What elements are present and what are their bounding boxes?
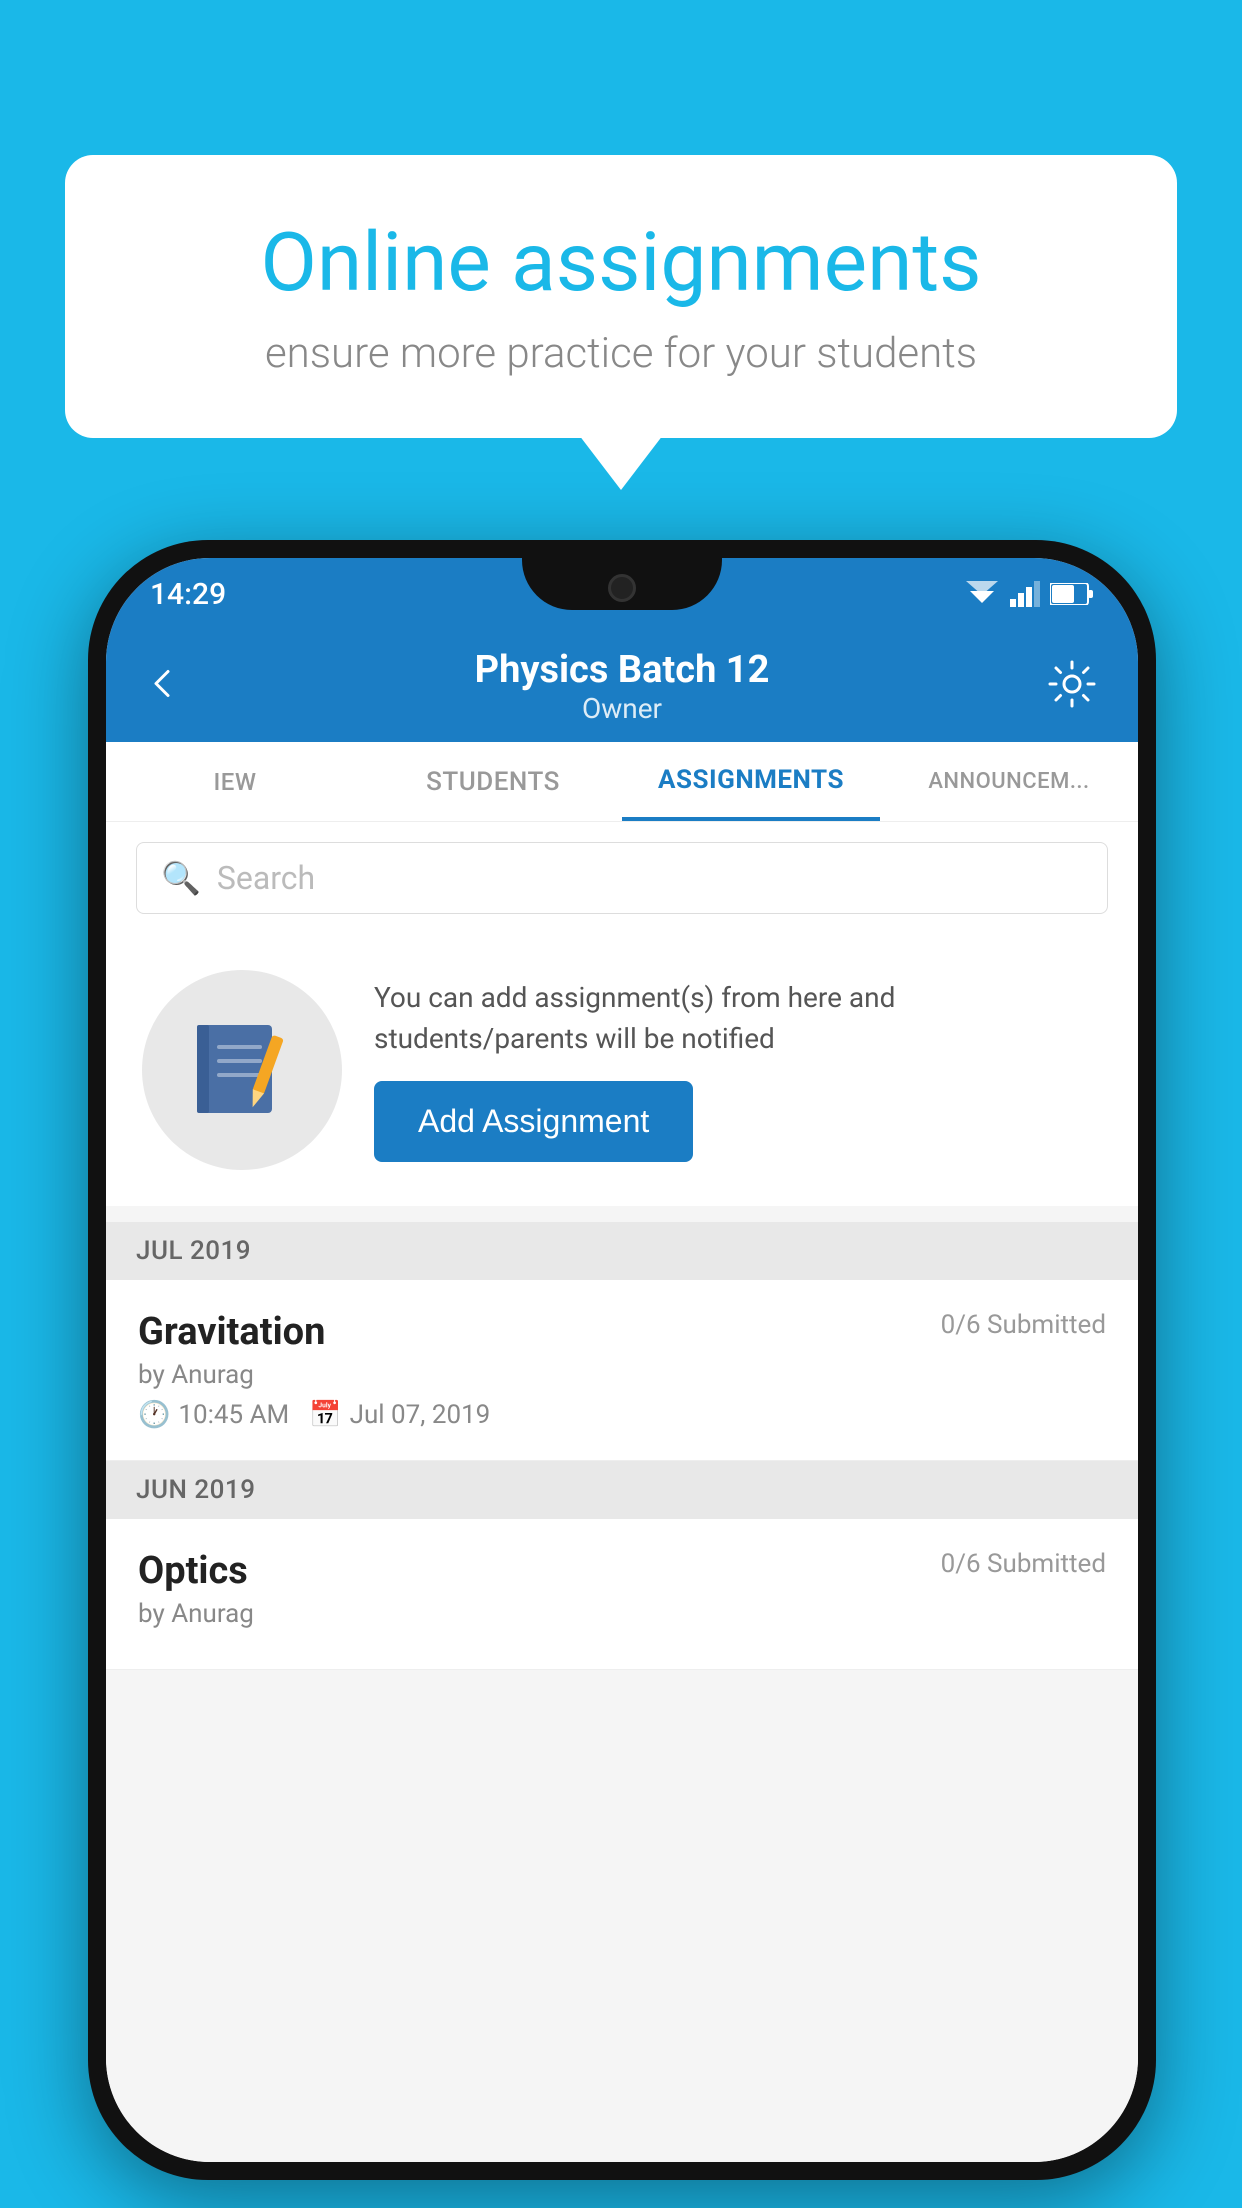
assignment-name: Gravitation: [138, 1310, 325, 1354]
section-header-jun: JUN 2019: [106, 1461, 1138, 1519]
assignment-time: 10:45 AM: [178, 1400, 289, 1430]
signal-icon: [1010, 581, 1040, 607]
search-input[interactable]: 🔍 Search: [136, 842, 1108, 914]
settings-button[interactable]: [1046, 658, 1098, 714]
phone-notch: [522, 558, 722, 610]
tab-iew[interactable]: IEW: [106, 742, 364, 821]
assignment-by: by Anurag: [138, 1360, 1106, 1390]
header-center: Physics Batch 12 Owner: [475, 648, 770, 725]
assignment-submitted-optics: 0/6 Submitted: [941, 1549, 1106, 1579]
tab-students[interactable]: STUDENTS: [364, 742, 622, 821]
promo-card: You can add assignment(s) from here and …: [106, 934, 1138, 1206]
speech-bubble-subtitle: ensure more practice for your students: [145, 329, 1097, 378]
calendar-icon: 📅: [309, 1400, 341, 1430]
assignment-item-gravitation[interactable]: Gravitation 0/6 Submitted by Anurag 🕐 10…: [106, 1280, 1138, 1461]
tabs-bar: IEW STUDENTS ASSIGNMENTS ANNOUNCEM...: [106, 742, 1138, 822]
phone-screen: 14:29: [106, 558, 1138, 2162]
assignment-meta: 🕐 10:45 AM 📅 Jul 07, 2019: [138, 1400, 1106, 1430]
search-placeholder: Search: [217, 859, 315, 897]
status-time: 14:29: [150, 577, 226, 612]
battery-icon: [1050, 583, 1094, 605]
promo-description: You can add assignment(s) from here and …: [374, 978, 1102, 1059]
assignment-row-optics: Optics 0/6 Submitted: [138, 1549, 1106, 1593]
meta-date: 📅 Jul 07, 2019: [309, 1400, 490, 1430]
promo-icon-circle: [142, 970, 342, 1170]
wifi-icon: [964, 581, 1000, 607]
app-header: Physics Batch 12 Owner: [106, 630, 1138, 742]
assignment-by-optics: by Anurag: [138, 1599, 1106, 1629]
header-title: Physics Batch 12: [475, 648, 770, 692]
phone: 14:29: [88, 540, 1156, 2180]
speech-bubble-container: Online assignments ensure more practice …: [65, 155, 1177, 438]
speech-bubble-title: Online assignments: [145, 215, 1097, 311]
search-bar-container: 🔍 Search: [106, 822, 1138, 934]
assignment-date: Jul 07, 2019: [350, 1400, 491, 1430]
assignment-submitted: 0/6 Submitted: [941, 1310, 1106, 1340]
header-subtitle: Owner: [475, 692, 770, 725]
tab-announcements[interactable]: ANNOUNCEM...: [880, 742, 1138, 821]
tab-assignments[interactable]: ASSIGNMENTS: [622, 742, 880, 821]
speech-bubble: Online assignments ensure more practice …: [65, 155, 1177, 438]
meta-time: 🕐 10:45 AM: [138, 1400, 289, 1430]
promo-text: You can add assignment(s) from here and …: [374, 978, 1102, 1162]
assignment-name-optics: Optics: [138, 1549, 248, 1593]
back-button[interactable]: [146, 662, 178, 711]
assignment-item-optics[interactable]: Optics 0/6 Submitted by Anurag: [106, 1519, 1138, 1670]
camera-dot: [608, 574, 636, 602]
assignment-row: Gravitation 0/6 Submitted: [138, 1310, 1106, 1354]
status-icons: [964, 581, 1094, 607]
search-icon: 🔍: [161, 859, 201, 897]
content-area: 🔍 Search: [106, 822, 1138, 2162]
section-header-jul: JUL 2019: [106, 1222, 1138, 1280]
clock-icon: 🕐: [138, 1400, 170, 1430]
notebook-icon: [187, 1015, 297, 1125]
add-assignment-button[interactable]: Add Assignment: [374, 1081, 693, 1162]
